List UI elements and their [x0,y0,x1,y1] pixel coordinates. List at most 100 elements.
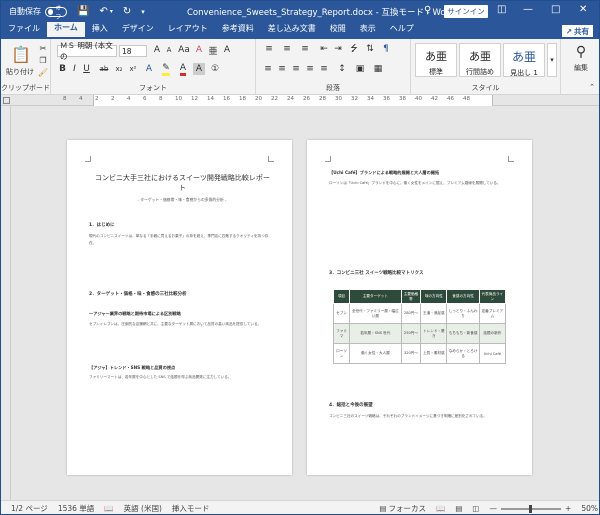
vertical-ruler[interactable] [1,106,11,500]
tab-1[interactable]: ホーム [47,22,85,39]
tab-5[interactable]: 参考資料 [215,22,261,39]
font-name-combo[interactable]: ＭＳ 明朝 (本文の [57,41,117,61]
styles-group: あ亜 標準 あ亜 行間詰め あ亜 見出し 1 ▾ スタイル [411,39,561,95]
font-group: ＭＳ 明朝 (本文の 18 A A Aa A 亜 A B I U ab x₂ x… [51,39,256,95]
page-2[interactable]: 【Uchi Café】ブランドによる戦略的展開と大人層の開拓 ローソンは「Uch… [307,140,532,475]
table-cell: 話題の新作 [478,323,507,344]
undo-icon[interactable]: ↶ [99,6,107,17]
align-right-icon[interactable]: ≡ [290,63,302,75]
editing-group: ⚲ 編集 ⌃ [561,39,599,95]
highlight-icon[interactable]: ✎ [159,63,173,76]
print-layout-icon[interactable]: ▤ [455,504,462,513]
font-size-combo[interactable]: 18 [119,45,147,57]
align-center-icon[interactable]: ≡ [276,63,288,75]
subscript-button[interactable]: x₂ [113,63,125,75]
document-area[interactable]: コンビニ大手三社におけるスイーツ開発戦略比較レポート - ターゲット・価格帯・味… [1,106,599,500]
font-color-button[interactable]: A [177,63,189,76]
zoom-level[interactable]: 50% [581,504,598,513]
redo-icon[interactable]: ↻ [123,6,131,17]
shading-icon[interactable]: ▣ [354,63,366,75]
superscript-button[interactable]: x² [127,63,139,75]
styles-more-icon[interactable]: ▾ [547,43,557,77]
search-icon[interactable]: ⚲ [424,5,431,16]
show-marks-icon[interactable]: ¶ [380,43,392,55]
undo-dropdown-icon[interactable]: ▾ [110,8,113,15]
style-normal[interactable]: あ亜 標準 [415,43,457,77]
collapse-ribbon-icon[interactable]: ⌃ [587,83,597,91]
text-effects-icon[interactable]: A [143,63,155,75]
tab-8[interactable]: 表示 [353,22,383,39]
table-row: ローソン 働く女性・大人層 320円〜 上質・素材感 なめらか・とろける Uchi Caf… [332,343,507,364]
minimize-icon[interactable]: — [523,4,533,15]
maximize-icon[interactable]: □ [551,4,560,15]
tab-0[interactable]: ファイル [1,22,47,39]
italic-button[interactable]: I [69,63,80,75]
char-shading-icon[interactable]: A [193,63,205,75]
tab-2[interactable]: 挿入 [85,22,115,39]
sort-icon[interactable]: ⇅ [364,43,376,55]
close-icon[interactable]: ✕ [579,4,587,15]
status-bar: 1/2 ページ 1536 単語 📖 英語 (米国) 挿入モード ▤ フォーカス … [1,500,599,514]
change-case-button[interactable]: Aa [177,44,191,56]
horizontal-ruler[interactable]: 8 4 2 2 4 6 8 10 12 14 16 18 20 22 24 26 28 30 32 34 36 38 40 4… [1,95,599,106]
distribute-icon[interactable]: ⭍ [348,43,360,55]
tab-7[interactable]: 校閲 [323,22,353,39]
decrease-indent-icon[interactable]: ⇤ [318,43,330,55]
strikethrough-button[interactable]: ab [97,63,111,75]
word-count[interactable]: 1536 単語 [58,503,94,514]
numbering-icon[interactable]: ≡ [280,43,294,55]
autosave-toggle[interactable]: オフ [45,5,67,21]
editing-button[interactable]: 編集 [565,63,597,73]
ruler-label: 34 [367,96,374,102]
distributed-icon[interactable]: ≡ [318,63,330,75]
tab-9[interactable]: ヘルプ [383,22,421,39]
page-1[interactable]: コンビニ大手三社におけるスイーツ開発戦略比較レポート - ターゲット・価格帯・味… [67,140,292,475]
paste-icon[interactable]: 📋 [9,43,33,65]
format-painter-icon[interactable]: 🖌 [37,67,49,77]
share-button[interactable]: ↗ 共有 [561,25,593,37]
bullets-icon[interactable]: ≡ [262,43,276,55]
ruby-button[interactable]: 亜 [207,44,219,57]
enclose-char-icon[interactable]: ① [209,63,221,75]
page-count[interactable]: 1/2 ページ [11,503,48,514]
style-no-spacing[interactable]: あ亜 行間詰め [459,43,501,77]
clear-format-icon[interactable]: A [193,44,205,56]
grow-font-button[interactable]: A [151,44,163,56]
zoom-out-icon[interactable]: — [490,504,498,513]
comparison-table: 項目 主要ターゲット 主要価格帯 味の方向性 食感の方向性 代表商品ライン セブン 全世代・… [332,289,507,364]
justify-icon[interactable]: ≡ [304,63,316,75]
tab-4[interactable]: レイアウト [161,22,215,39]
ribbon-display-icon[interactable]: ◫ [497,4,506,15]
borders-icon[interactable]: ▦ [372,63,384,75]
save-icon[interactable]: 💾 [77,6,89,17]
zoom-in-icon[interactable]: + [565,504,571,513]
shrink-font-button[interactable]: A [163,44,175,56]
web-layout-icon[interactable]: ◫ [472,504,479,513]
cut-icon[interactable]: ✂ [37,43,49,53]
copy-icon[interactable]: ❐ [37,55,49,65]
read-mode-icon[interactable]: 📖 [436,504,445,513]
focus-icon[interactable]: ▤ [379,504,386,513]
insert-mode[interactable]: 挿入モード [172,503,210,514]
focus-button[interactable]: フォーカス [388,503,426,514]
align-left-icon[interactable]: ≡ [262,63,274,75]
increase-indent-icon[interactable]: ⇥ [332,43,344,55]
tab-selector[interactable] [3,97,10,104]
multilevel-list-icon[interactable]: ≡ [298,43,312,55]
zoom-slider[interactable] [501,504,562,513]
find-icon[interactable]: ⚲ [571,43,591,61]
proofing-icon[interactable]: 📖 [104,504,113,513]
customize-qat-icon[interactable]: ▾ [141,8,145,16]
underline-button[interactable]: U [81,63,92,75]
tab-3[interactable]: デザイン [115,22,161,39]
style-heading1[interactable]: あ亜 見出し 1 [503,43,545,77]
bold-button[interactable]: B [57,63,68,75]
char-border-button[interactable]: A [221,44,233,56]
signin-button[interactable]: サインイン [444,5,488,18]
tab-6[interactable]: 差し込み文書 [261,22,323,39]
ruler-label: 8 [159,96,163,102]
language[interactable]: 英語 (米国) [124,503,162,514]
zoom-thumb[interactable] [529,504,533,513]
line-spacing-icon[interactable]: ↕ [336,63,348,75]
paste-button[interactable]: 貼り付け [3,67,37,77]
